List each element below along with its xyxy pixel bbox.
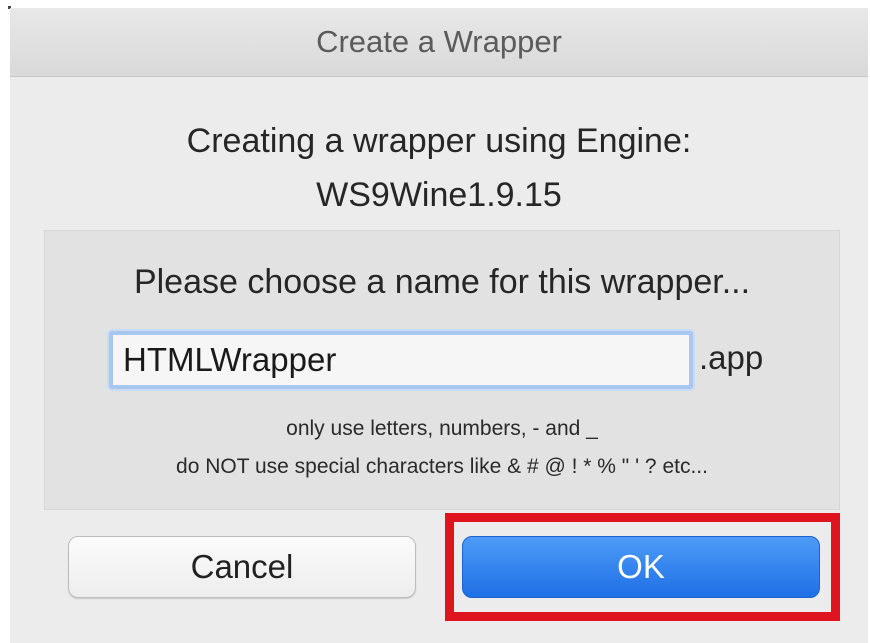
hint-forbidden-characters: do NOT use special characters like & # @…: [176, 455, 708, 478]
cancel-button[interactable]: Cancel: [68, 536, 416, 598]
name-group-box: Please choose a name for this wrapper...…: [44, 230, 840, 510]
hint-allowed-characters: only use letters, numbers, - and _: [286, 417, 598, 440]
engine-info: Creating a wrapper using Engine: WS9Wine…: [10, 114, 868, 222]
app-suffix: .app: [699, 339, 764, 376]
dialog-window: Create a Wrapper Creating a wrapper usin…: [10, 8, 868, 643]
engine-info-line1: Creating a wrapper using Engine:: [186, 122, 692, 160]
ok-button[interactable]: OK: [462, 536, 820, 598]
window-title: Create a Wrapper: [10, 8, 868, 77]
engine-name: WS9Wine1.9.15: [316, 176, 562, 214]
wrapper-name-input[interactable]: [109, 331, 693, 389]
name-prompt: Please choose a name for this wrapper...: [133, 263, 751, 301]
